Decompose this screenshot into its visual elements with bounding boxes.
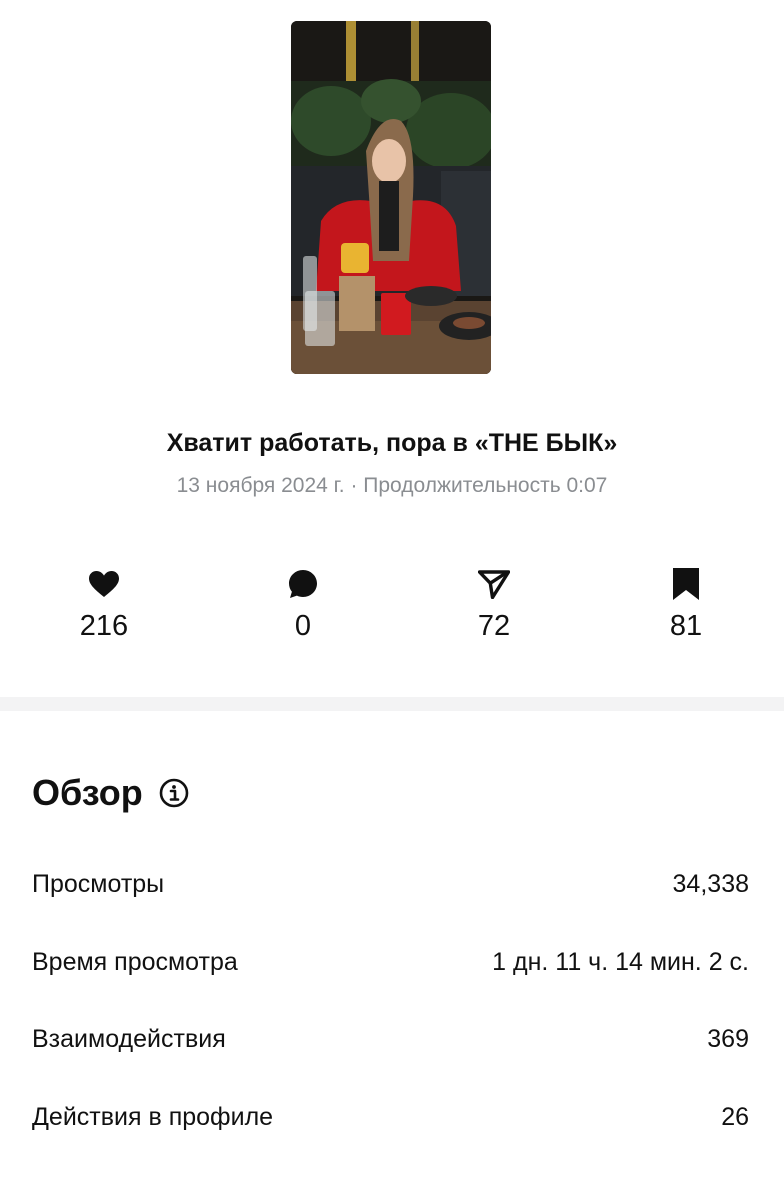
- comments-stat: 0: [243, 566, 363, 643]
- watch-time-label: Время просмотра: [32, 948, 238, 976]
- section-divider: [0, 697, 784, 711]
- interactions-label: Взаимодействия: [32, 1025, 226, 1053]
- info-icon[interactable]: [159, 778, 189, 808]
- heart-icon: [44, 566, 164, 602]
- share-icon: [434, 566, 554, 602]
- views-row: Просмотры 34,338: [32, 870, 749, 899]
- thumbnail-image: [291, 21, 491, 374]
- interactions-row: Взаимодействия 369: [32, 1025, 749, 1054]
- video-thumbnail[interactable]: [291, 21, 491, 374]
- saves-stat: 81: [626, 566, 746, 643]
- interactions-value: 369: [707, 1025, 749, 1053]
- views-value: 34,338: [672, 870, 749, 898]
- profile-actions-label: Действия в профиле: [32, 1103, 274, 1131]
- views-label: Просмотры: [32, 870, 165, 898]
- post-title: Хватит работать, пора в «THE БЫК»: [166, 429, 618, 457]
- comments-count: 0: [294, 610, 312, 642]
- shares-count: 72: [477, 610, 511, 642]
- watch-time-row: Время просмотра 1 дн. 11 ч. 14 мин. 2 с.: [32, 948, 749, 977]
- shares-stat: 72: [434, 566, 554, 643]
- overview-header: Обзор: [32, 772, 189, 814]
- comment-icon: [243, 566, 363, 602]
- saves-count: 81: [669, 610, 703, 642]
- likes-stat: 216: [44, 566, 164, 643]
- likes-count: 216: [79, 610, 129, 642]
- bookmark-icon: [626, 566, 746, 602]
- watch-time-value: 1 дн. 11 ч. 14 мин. 2 с.: [492, 948, 749, 976]
- profile-actions-row: Действия в профиле 26: [32, 1103, 749, 1132]
- post-meta: 13 ноября 2024 г. · Продолжительность 0:…: [176, 474, 608, 497]
- profile-actions-value: 26: [721, 1103, 749, 1131]
- overview-title: Обзор: [32, 772, 143, 813]
